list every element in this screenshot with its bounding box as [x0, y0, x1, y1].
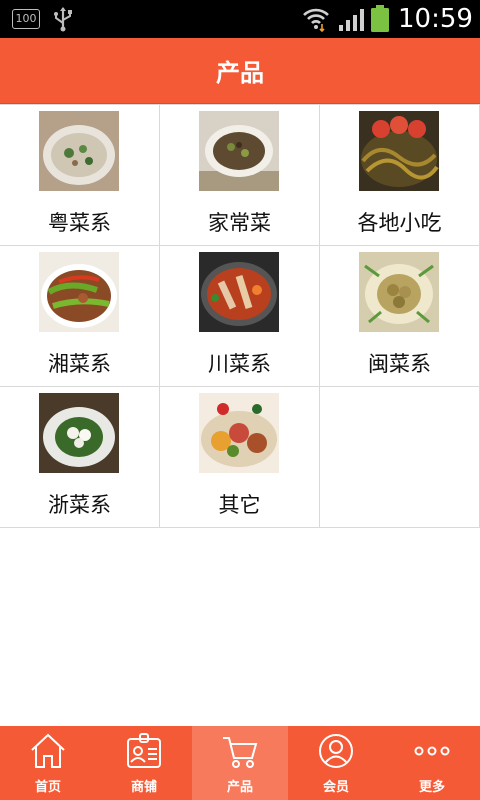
- home-icon: [31, 733, 65, 768]
- title-bar: 产品: [0, 38, 480, 104]
- category-label: 其它: [218, 493, 261, 517]
- category-hunan[interactable]: 湘菜系: [0, 246, 160, 387]
- dish-photo-snacks: [359, 111, 439, 191]
- tab-label: 商铺: [130, 780, 157, 795]
- dish-photo-sichuan: [199, 252, 279, 332]
- tab-home[interactable]: 首页: [0, 726, 96, 800]
- store-card-icon: [127, 733, 161, 768]
- category-label: 浙菜系: [48, 493, 111, 517]
- tab-label: 首页: [34, 780, 61, 795]
- bottom-tab-bar: 首页 商铺 产品 会员 更多: [0, 726, 480, 800]
- member-icon: [319, 734, 353, 768]
- more-icon: [414, 746, 450, 756]
- dish-photo-cantonese: [39, 111, 119, 191]
- category-label: 川菜系: [208, 352, 271, 376]
- dish-photo-other: [199, 393, 279, 473]
- category-other[interactable]: 其它: [160, 387, 320, 528]
- category-homestyle[interactable]: 家常菜: [160, 105, 320, 246]
- tab-products[interactable]: 产品: [192, 726, 288, 800]
- tab-store[interactable]: 商铺: [96, 726, 192, 800]
- dish-photo-hunan: [39, 252, 119, 332]
- tab-label: 会员: [322, 780, 349, 795]
- battery-icon: [371, 5, 389, 32]
- category-label: 湘菜系: [48, 352, 111, 376]
- tab-label: 更多: [418, 780, 445, 795]
- signal-icon: [339, 9, 364, 31]
- wifi-icon: [303, 8, 329, 32]
- status-bar: 100 10:59: [0, 0, 480, 38]
- dish-photo-zhejiang: [39, 393, 119, 473]
- clock: 10:59: [398, 4, 473, 34]
- category-sichuan[interactable]: 川菜系: [160, 246, 320, 387]
- dish-photo-fujian: [359, 252, 439, 332]
- tab-more[interactable]: 更多: [384, 726, 480, 800]
- category-label: 家常菜: [208, 211, 271, 235]
- category-cantonese[interactable]: 粤菜系: [0, 105, 160, 246]
- category-fujian[interactable]: 闽菜系: [320, 246, 480, 387]
- usb-icon: [54, 7, 72, 32]
- category-snacks[interactable]: 各地小吃: [320, 105, 480, 246]
- cart-icon: [223, 737, 258, 768]
- page-title: 产品: [216, 59, 264, 87]
- category-label: 粤菜系: [48, 211, 111, 235]
- empty-cell: [320, 387, 480, 528]
- dish-photo-homestyle: [199, 111, 279, 191]
- tab-label: 产品: [226, 780, 253, 795]
- tab-member[interactable]: 会员: [288, 726, 384, 800]
- category-zhejiang[interactable]: 浙菜系: [0, 387, 160, 528]
- battery-level-icon: 100: [12, 9, 40, 29]
- category-label: 闽菜系: [368, 352, 431, 376]
- category-grid: 粤菜系 家常菜 各地小吃 湘菜系 川菜系 闽菜系 浙菜系 其它: [0, 104, 480, 528]
- category-label: 各地小吃: [357, 211, 442, 235]
